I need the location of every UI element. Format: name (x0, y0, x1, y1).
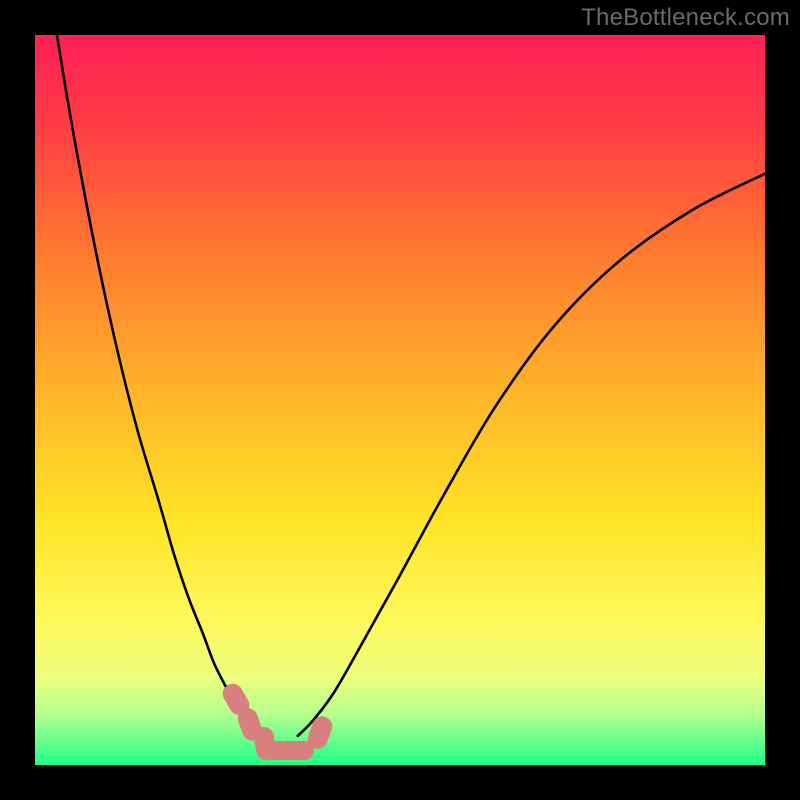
watermark-label: TheBottleneck.com (581, 4, 790, 32)
curve-left-branch (57, 35, 269, 736)
curve-layer (35, 35, 765, 765)
plot-area (35, 35, 765, 765)
chart-frame: TheBottleneck.com (0, 0, 800, 800)
curve-right-branch (298, 174, 765, 736)
